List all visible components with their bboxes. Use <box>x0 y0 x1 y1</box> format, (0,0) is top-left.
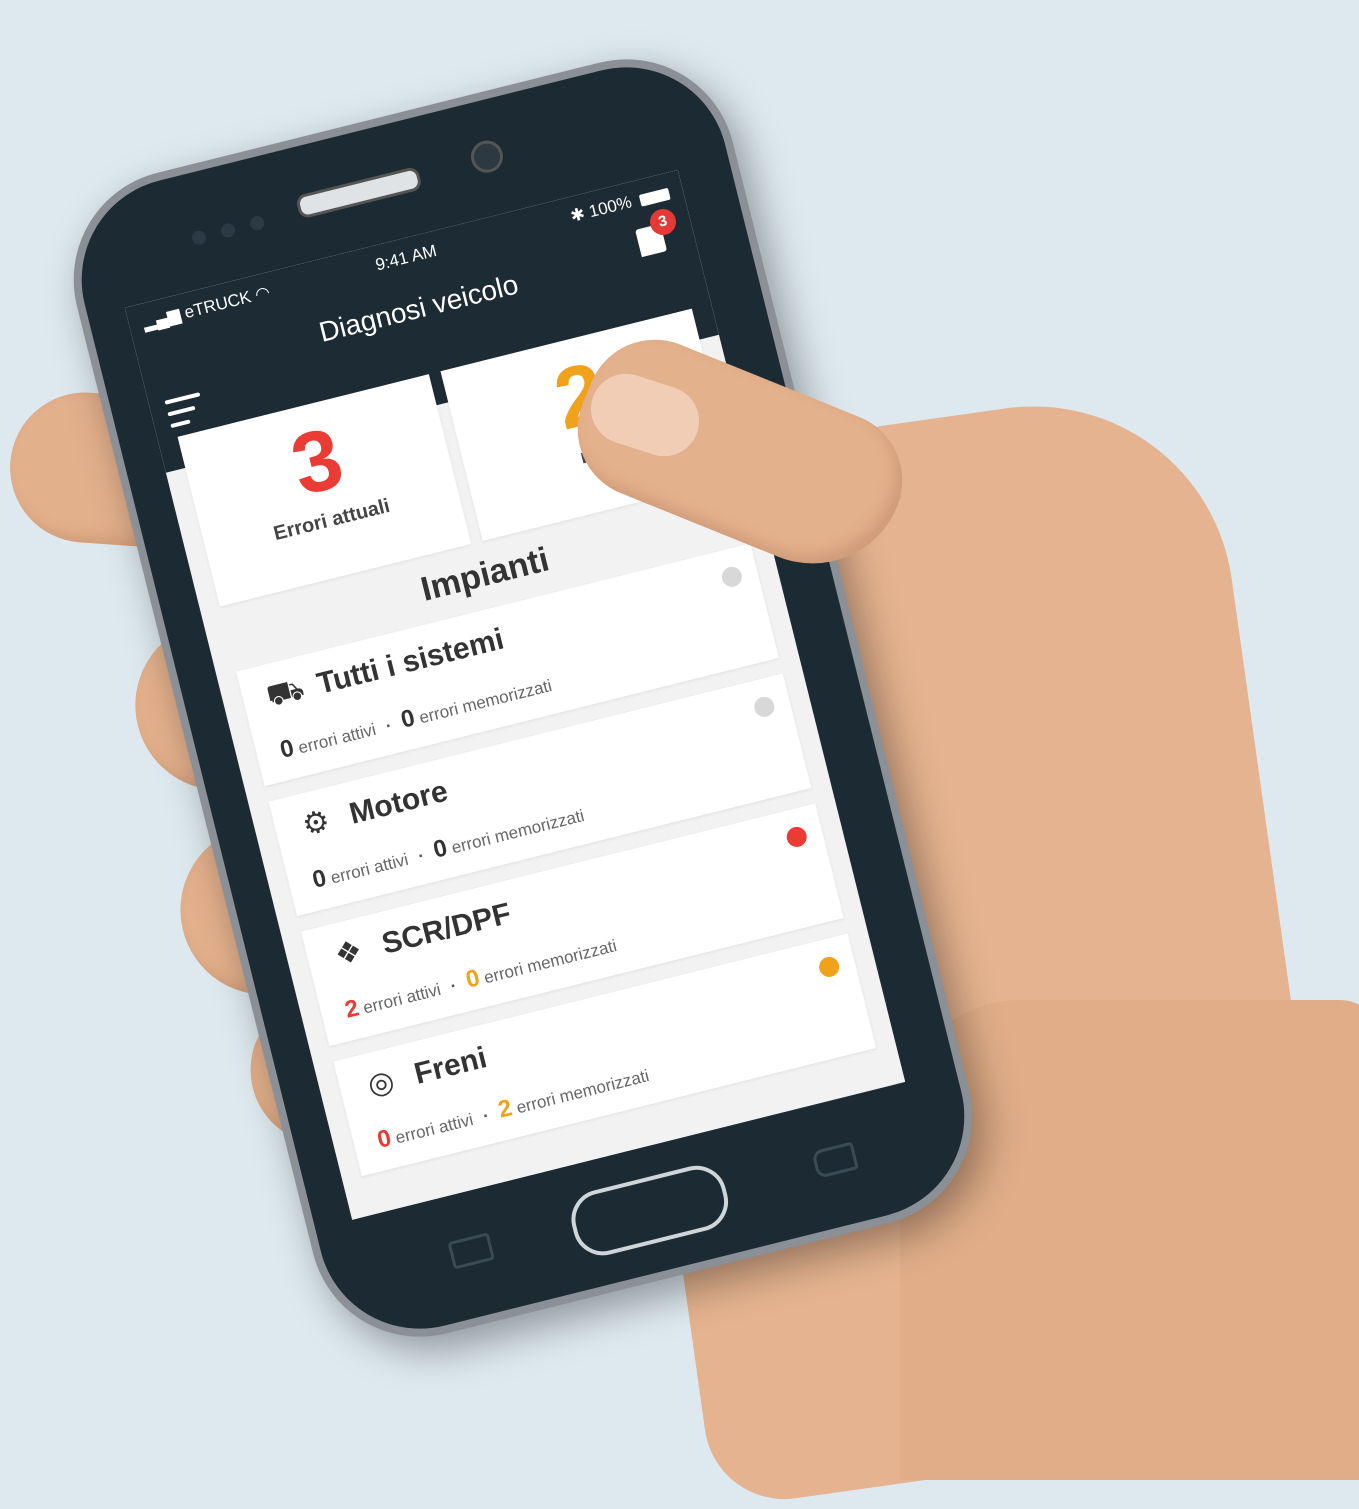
status-dot <box>784 824 809 850</box>
back-button[interactable] <box>811 1141 859 1179</box>
active-errors-label: errori attivi <box>296 719 378 758</box>
battery-percent: 100% <box>586 192 634 222</box>
active-errors-label: errori attivi <box>393 1109 476 1148</box>
recent-apps-button[interactable] <box>447 1232 495 1270</box>
home-button[interactable] <box>565 1159 735 1262</box>
phone-wrap: ▂▄▆ eTRUCK ◠ 9:41 AM ✱ 100% Diagnosi vei… <box>50 20 1060 1361</box>
system-name: SCR/DPF <box>378 896 515 961</box>
status-dot <box>719 564 745 589</box>
front-camera <box>467 137 507 177</box>
active-errors-count: 0 <box>309 864 330 894</box>
stored-errors-label: errori memorizzati <box>482 936 619 988</box>
system-name: Freni <box>410 1041 491 1091</box>
truck-icon: ⛟ <box>263 672 308 714</box>
active-errors-count: 2 <box>342 994 362 1024</box>
status-dot <box>817 954 842 980</box>
sensor-dot <box>190 229 208 247</box>
stored-errors-label: errori memorizzati <box>417 676 554 728</box>
active-errors-label: errori attivi <box>361 979 443 1018</box>
stored-errors-count: 0 <box>430 834 451 864</box>
smartphone: ▂▄▆ eTRUCK ◠ 9:41 AM ✱ 100% Diagnosi vei… <box>50 35 996 1361</box>
earpiece-speaker <box>294 165 423 220</box>
stored-errors-label: errori memorizzati <box>449 806 587 858</box>
sensor-dot <box>248 214 266 232</box>
active-errors-count: 0 <box>277 734 297 764</box>
active-errors-count: 0 <box>374 1124 395 1154</box>
engine-icon: ⚙ <box>299 803 334 843</box>
system-name: Motore <box>346 774 452 831</box>
brake-icon: ◎ <box>364 1064 398 1103</box>
stored-errors-count: 0 <box>463 964 483 994</box>
stored-errors-count: 0 <box>398 704 418 734</box>
stored-errors-count: 2 <box>495 1094 515 1124</box>
active-errors-label: errori attivi <box>328 849 411 888</box>
app-screen: ▂▄▆ eTRUCK ◠ 9:41 AM ✱ 100% Diagnosi vei… <box>124 169 906 1220</box>
battery-icon <box>638 187 671 207</box>
status-dot <box>752 694 777 720</box>
sensor-dot <box>219 221 237 239</box>
filter-icon: ❖ <box>331 934 366 973</box>
stored-errors-label: errori memorizzati <box>514 1066 652 1118</box>
